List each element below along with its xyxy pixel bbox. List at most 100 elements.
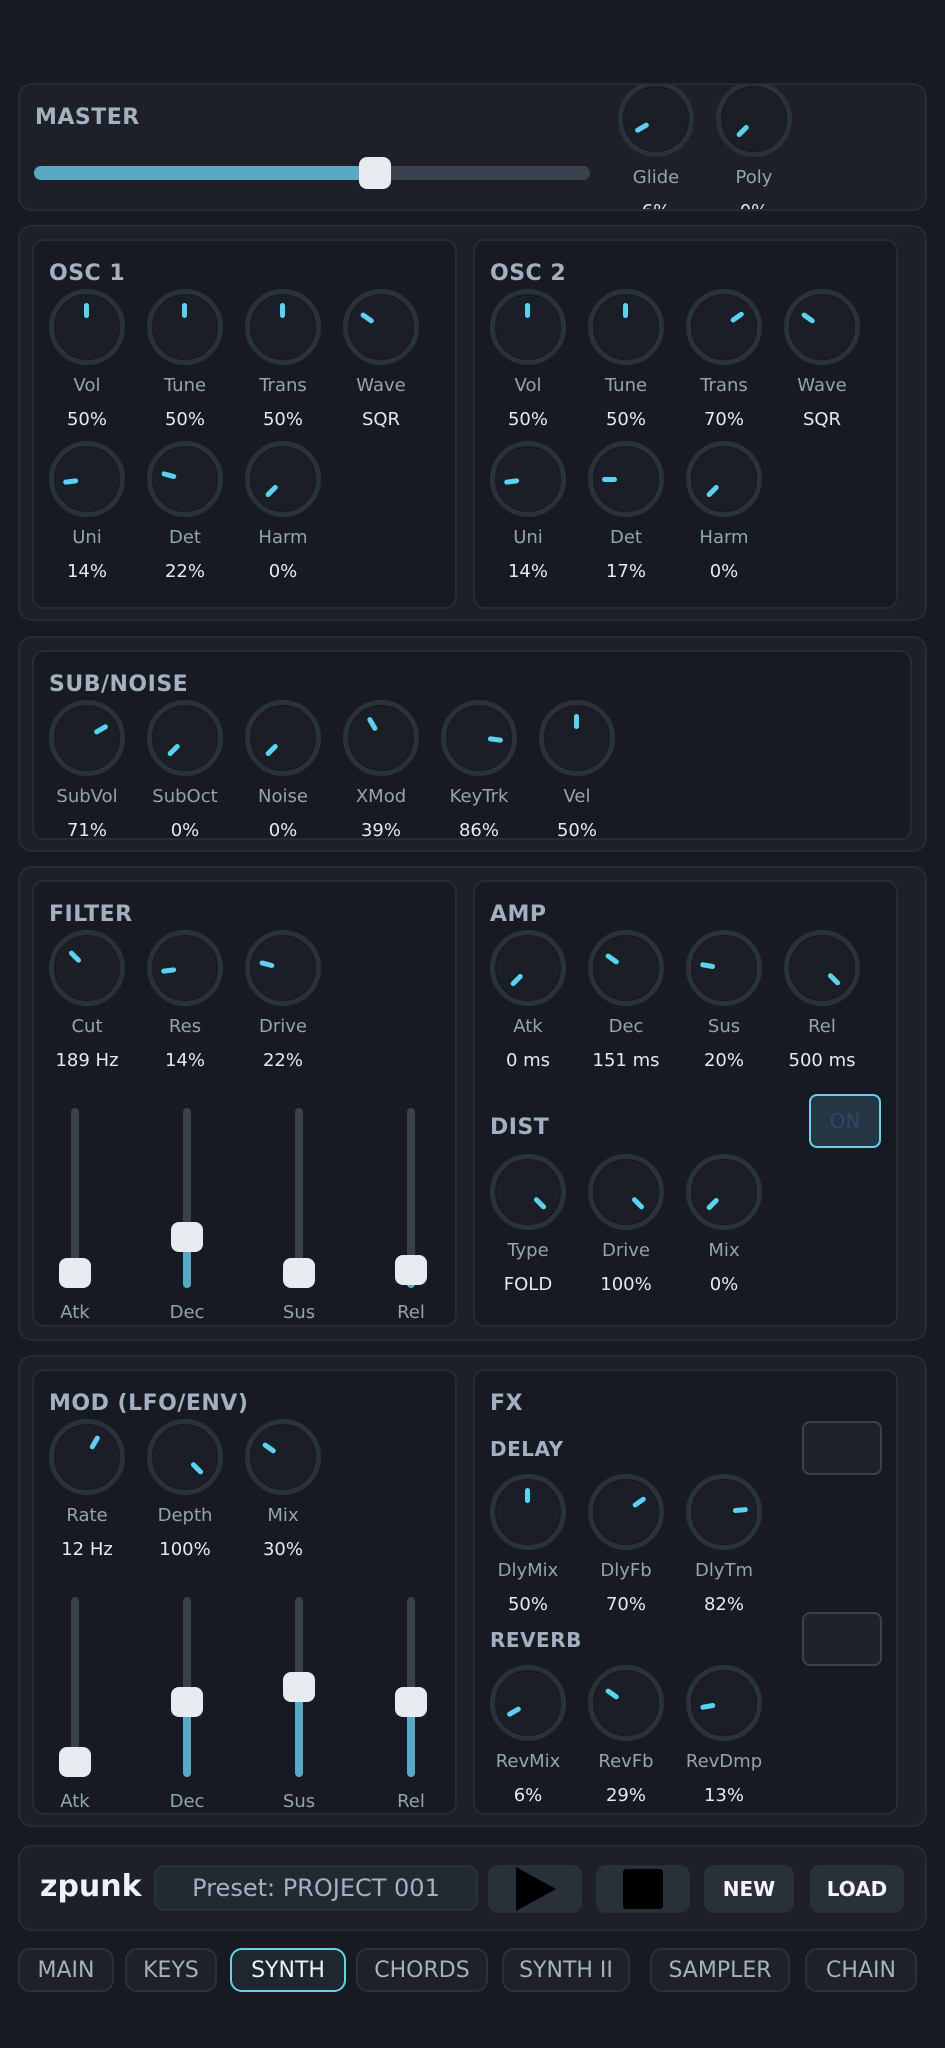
knob-value: SQR [802,409,842,430]
filter-drive-knob[interactable] [245,930,321,1006]
mod-env-dec-slider[interactable]: Dec [157,1597,217,1813]
knob-indicator [686,1665,762,1741]
stop-button[interactable] [596,1865,690,1913]
tab-chain[interactable]: CHAIN [805,1948,917,1992]
dist-type-knob[interactable] [490,1154,566,1230]
knob-value: 50% [507,409,548,430]
master-glide-control: Glide 6% [606,85,706,209]
filter-env-rel-slider[interactable]: Rel [381,1108,441,1325]
knob-value: 29% [605,1785,646,1806]
knob-value: 50% [66,409,107,430]
tab-synth[interactable]: SYNTH [230,1948,346,1992]
osc2-det-knob[interactable] [588,441,664,517]
master-volume-slider[interactable] [34,157,590,189]
subnoise-subvol-knob[interactable] [49,700,125,776]
subnoise-xmod-control: XMod 39% [331,700,431,838]
knob-indicator [243,928,324,1009]
slider-thumb[interactable] [171,1222,203,1252]
filter-res-knob[interactable] [147,930,223,1006]
mod-mix-control: Mix 30% [233,1419,333,1569]
delay-dlytm-knob[interactable] [686,1474,762,1550]
mod-mix-knob[interactable] [245,1419,321,1495]
tab-synth-ii[interactable]: SYNTH II [502,1948,630,1992]
delay-title: DELAY [490,1437,564,1461]
slider-thumb[interactable] [283,1672,315,1702]
osc2-trans-knob[interactable] [686,289,762,365]
subnoise-xmod-knob[interactable] [343,700,419,776]
osc2-wave-control: Wave SQR [772,289,872,439]
osc2-tune-knob[interactable] [588,289,664,365]
mod-env-rel-slider[interactable]: Rel [381,1597,441,1813]
tab-sampler[interactable]: SAMPLER [650,1948,790,1992]
amp-sus-knob[interactable] [686,930,762,1006]
knob-label: Res [168,1016,202,1037]
reverb-revmix-knob[interactable] [490,1665,566,1741]
dist-drive-knob[interactable] [588,1154,664,1230]
master-glide-knob[interactable] [618,85,694,157]
load-button[interactable]: LOAD [810,1865,904,1913]
preset-field[interactable]: Preset: PROJECT 001 [154,1865,478,1911]
knob-indicator [237,1411,329,1503]
master-volume-thumb[interactable] [358,157,391,189]
subnoise-keytrk-knob[interactable] [441,700,517,776]
filter-cut-knob[interactable] [49,930,125,1006]
amp-dec-knob[interactable] [588,930,664,1006]
reverb-toggle-button[interactable] [802,1612,882,1666]
mod-env-atk-slider[interactable]: Atk [45,1597,105,1813]
master-poly-knob[interactable] [716,85,792,157]
filter-env-atk-slider[interactable]: Atk [45,1108,105,1325]
subnoise-suboct-control: SubOct 0% [135,700,235,838]
play-button[interactable] [488,1865,582,1913]
mod-rate-knob[interactable] [49,1419,125,1495]
knob-indicator [236,691,329,784]
slider-thumb[interactable] [59,1258,91,1288]
osc1-vol-knob[interactable] [49,289,125,365]
new-button[interactable]: NEW [704,1865,794,1913]
osc1-wave-knob[interactable] [343,289,419,365]
knob-value: 100% [600,1274,652,1295]
osc1-harm-knob[interactable] [245,441,321,517]
slider-thumb[interactable] [283,1258,315,1288]
knob-label: DlyTm [694,1560,754,1581]
osc2-wave-knob[interactable] [784,289,860,365]
delay-toggle-button[interactable] [802,1421,882,1475]
filter-env-sus-slider[interactable]: Sus [269,1108,329,1325]
mod-depth-knob[interactable] [147,1419,223,1495]
osc1-det-knob[interactable] [147,441,223,517]
slider-thumb[interactable] [171,1687,203,1717]
osc1-uni-knob[interactable] [49,441,125,517]
knob-indicator [336,693,426,783]
tab-chords[interactable]: CHORDS [356,1948,488,1992]
osc2-vol-knob[interactable] [490,289,566,365]
delay-dlyfb-knob[interactable] [588,1474,664,1550]
knob-indicator [580,1466,672,1558]
tab-main[interactable]: MAIN [18,1948,114,1992]
reverb-revdmp-knob[interactable] [686,1665,762,1741]
osc1-tune-knob[interactable] [147,289,223,365]
tab-keys[interactable]: KEYS [125,1948,217,1992]
reverb-revmix-control: RevMix 6% [478,1665,578,1813]
filter-env-dec-slider[interactable]: Dec [157,1108,217,1325]
knob-indicator [138,1410,231,1503]
knob-indicator [481,921,574,1014]
osc2-vol-control: Vol 50% [478,289,578,439]
subnoise-noise-knob[interactable] [245,700,321,776]
osc2-harm-knob[interactable] [686,441,762,517]
knob-label: RevFb [598,1751,654,1772]
subnoise-suboct-knob[interactable] [147,700,223,776]
dist-toggle-button[interactable]: ON [809,1094,881,1148]
mod-env-sus-slider[interactable]: Sus [269,1597,329,1813]
slider-thumb[interactable] [395,1255,427,1285]
knob-indicator [678,281,770,373]
delay-dlymix-knob[interactable] [490,1474,566,1550]
subnoise-vel-knob[interactable] [539,700,615,776]
amp-atk-knob[interactable] [490,930,566,1006]
reverb-revfb-knob[interactable] [588,1665,664,1741]
knob-value: 6% [606,201,706,209]
slider-thumb[interactable] [395,1687,427,1717]
dist-mix-knob[interactable] [686,1154,762,1230]
slider-thumb[interactable] [59,1747,91,1777]
amp-rel-knob[interactable] [784,930,860,1006]
osc2-uni-knob[interactable] [490,441,566,517]
osc1-trans-knob[interactable] [245,289,321,365]
